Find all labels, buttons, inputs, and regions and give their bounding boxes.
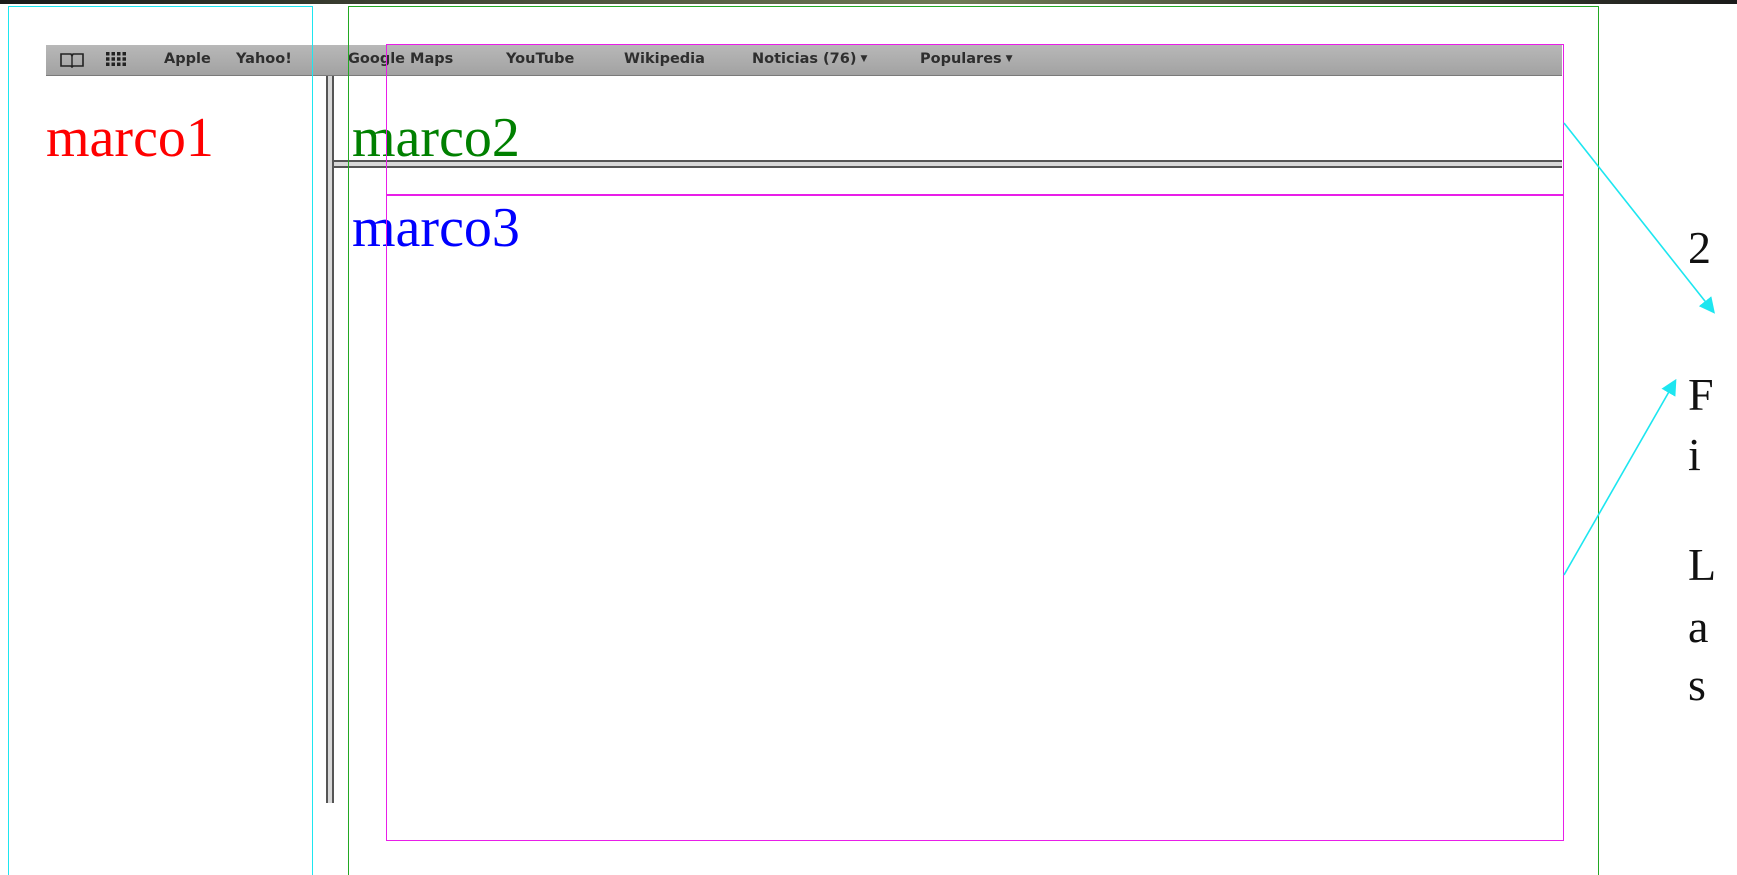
columns-outline-frame1 bbox=[8, 6, 313, 875]
window-edge bbox=[0, 0, 1737, 4]
rows-outline-frame3 bbox=[386, 195, 1564, 841]
rows-label-char: L bbox=[1688, 539, 1717, 590]
rows-label-char: s bbox=[1688, 659, 1706, 710]
rows-label-char: a bbox=[1688, 601, 1709, 652]
rows-label-char: F bbox=[1688, 369, 1714, 420]
slide-canvas: Apple Yahoo! Google Maps YouTube Wikiped… bbox=[0, 0, 1737, 875]
rows-outline-frame2 bbox=[386, 44, 1564, 195]
rows-label-char: 2 bbox=[1688, 222, 1711, 273]
frame-divider-vertical[interactable] bbox=[326, 76, 334, 803]
rows-label-char: i bbox=[1688, 429, 1701, 480]
